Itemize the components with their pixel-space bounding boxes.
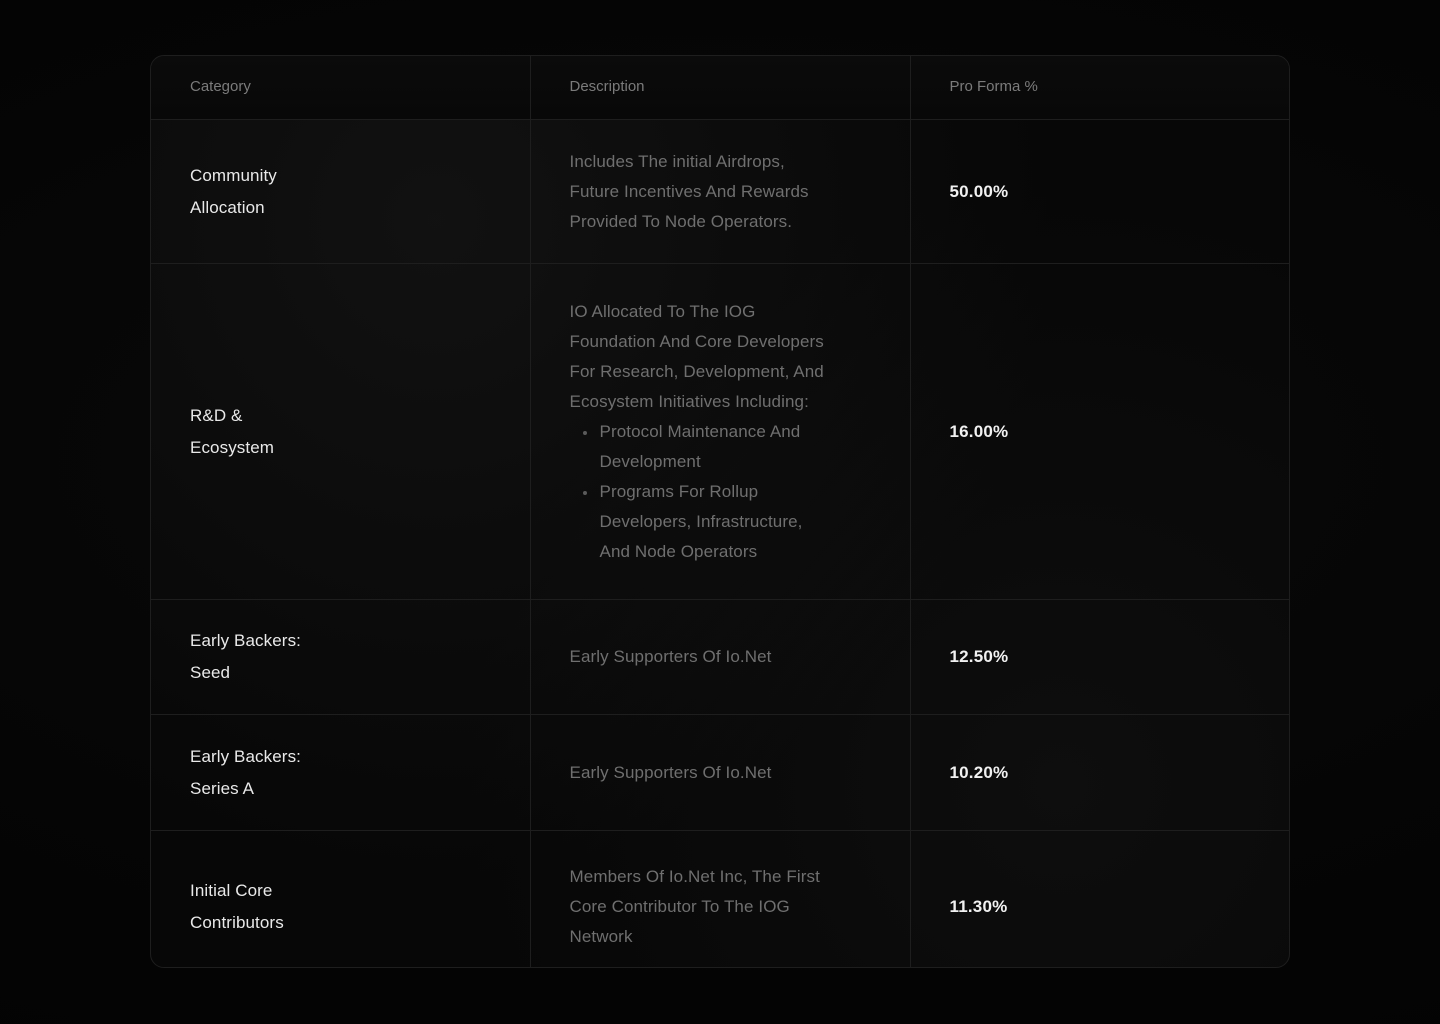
table-row: Initial Core Contributors Members Of Io.N… <box>151 830 1289 967</box>
cell-description: IO Allocated To The IOG Foundation And C… <box>530 263 911 600</box>
column-header-description: Description <box>530 56 911 120</box>
cell-category: Early Backers: Seed <box>151 599 531 715</box>
cell-category: R&D & Ecosystem <box>151 263 531 600</box>
table-row: R&D & Ecosystem IO Allocated To The IOG F… <box>151 263 1289 600</box>
cell-pro-forma-percent: 10.20% <box>910 714 1289 831</box>
table-row: Early Backers: Series A Early Supporters … <box>151 714 1289 831</box>
cell-category: Initial Core Contributors <box>151 830 531 967</box>
table-header-row: Category Description Pro Forma % <box>151 56 1289 120</box>
cell-description: Members Of Io.Net Inc, The First Core Co… <box>530 830 911 967</box>
description-bullet-item: Programs For Rollup Developers, Infrastr… <box>570 477 880 567</box>
table-header: Category Description Pro Forma % <box>151 56 1289 120</box>
cell-pro-forma-percent: 12.50% <box>910 599 1289 715</box>
description-text: Members Of Io.Net Inc, The First Core Co… <box>569 866 820 946</box>
table-row: Early Backers: Seed Early Supporters Of I… <box>151 599 1289 715</box>
description-text: IO Allocated To The IOG Foundation And C… <box>569 301 824 411</box>
column-header-category: Category <box>151 56 531 120</box>
cell-description: Early Supporters Of Io.Net <box>530 599 911 715</box>
description-text: Early Supporters Of Io.Net <box>569 762 772 782</box>
cell-description: Early Supporters Of Io.Net <box>530 714 911 831</box>
description-bullet-list: Protocol Maintenance And Development Prog… <box>570 417 880 567</box>
cell-pro-forma-percent: 16.00% <box>910 263 1289 600</box>
cell-pro-forma-percent: 50.00% <box>910 119 1289 264</box>
column-header-pro-forma: Pro Forma % <box>910 56 1289 120</box>
page-root: Category Description Pro Forma % Communi… <box>0 0 1440 1024</box>
description-bullet-item: Protocol Maintenance And Development <box>570 417 880 477</box>
cell-pro-forma-percent: 11.30% <box>949 896 1008 916</box>
allocation-table-container: Category Description Pro Forma % Communi… <box>150 55 1290 968</box>
table-row: Community Allocation Includes The initial… <box>151 119 1289 264</box>
cell-category: Early Backers: Series A <box>151 714 531 831</box>
description-text: Early Supporters Of Io.Net <box>569 647 772 666</box>
cell-description: Includes The initial Airdrops, Future In… <box>530 119 911 264</box>
table-body: Community Allocation Includes The initial… <box>151 119 1289 967</box>
description-text: Includes The initial Airdrops, Future In… <box>569 151 809 231</box>
allocation-table: Category Description Pro Forma % Communi… <box>151 56 1289 967</box>
cell-category: Community Allocation <box>151 119 531 264</box>
